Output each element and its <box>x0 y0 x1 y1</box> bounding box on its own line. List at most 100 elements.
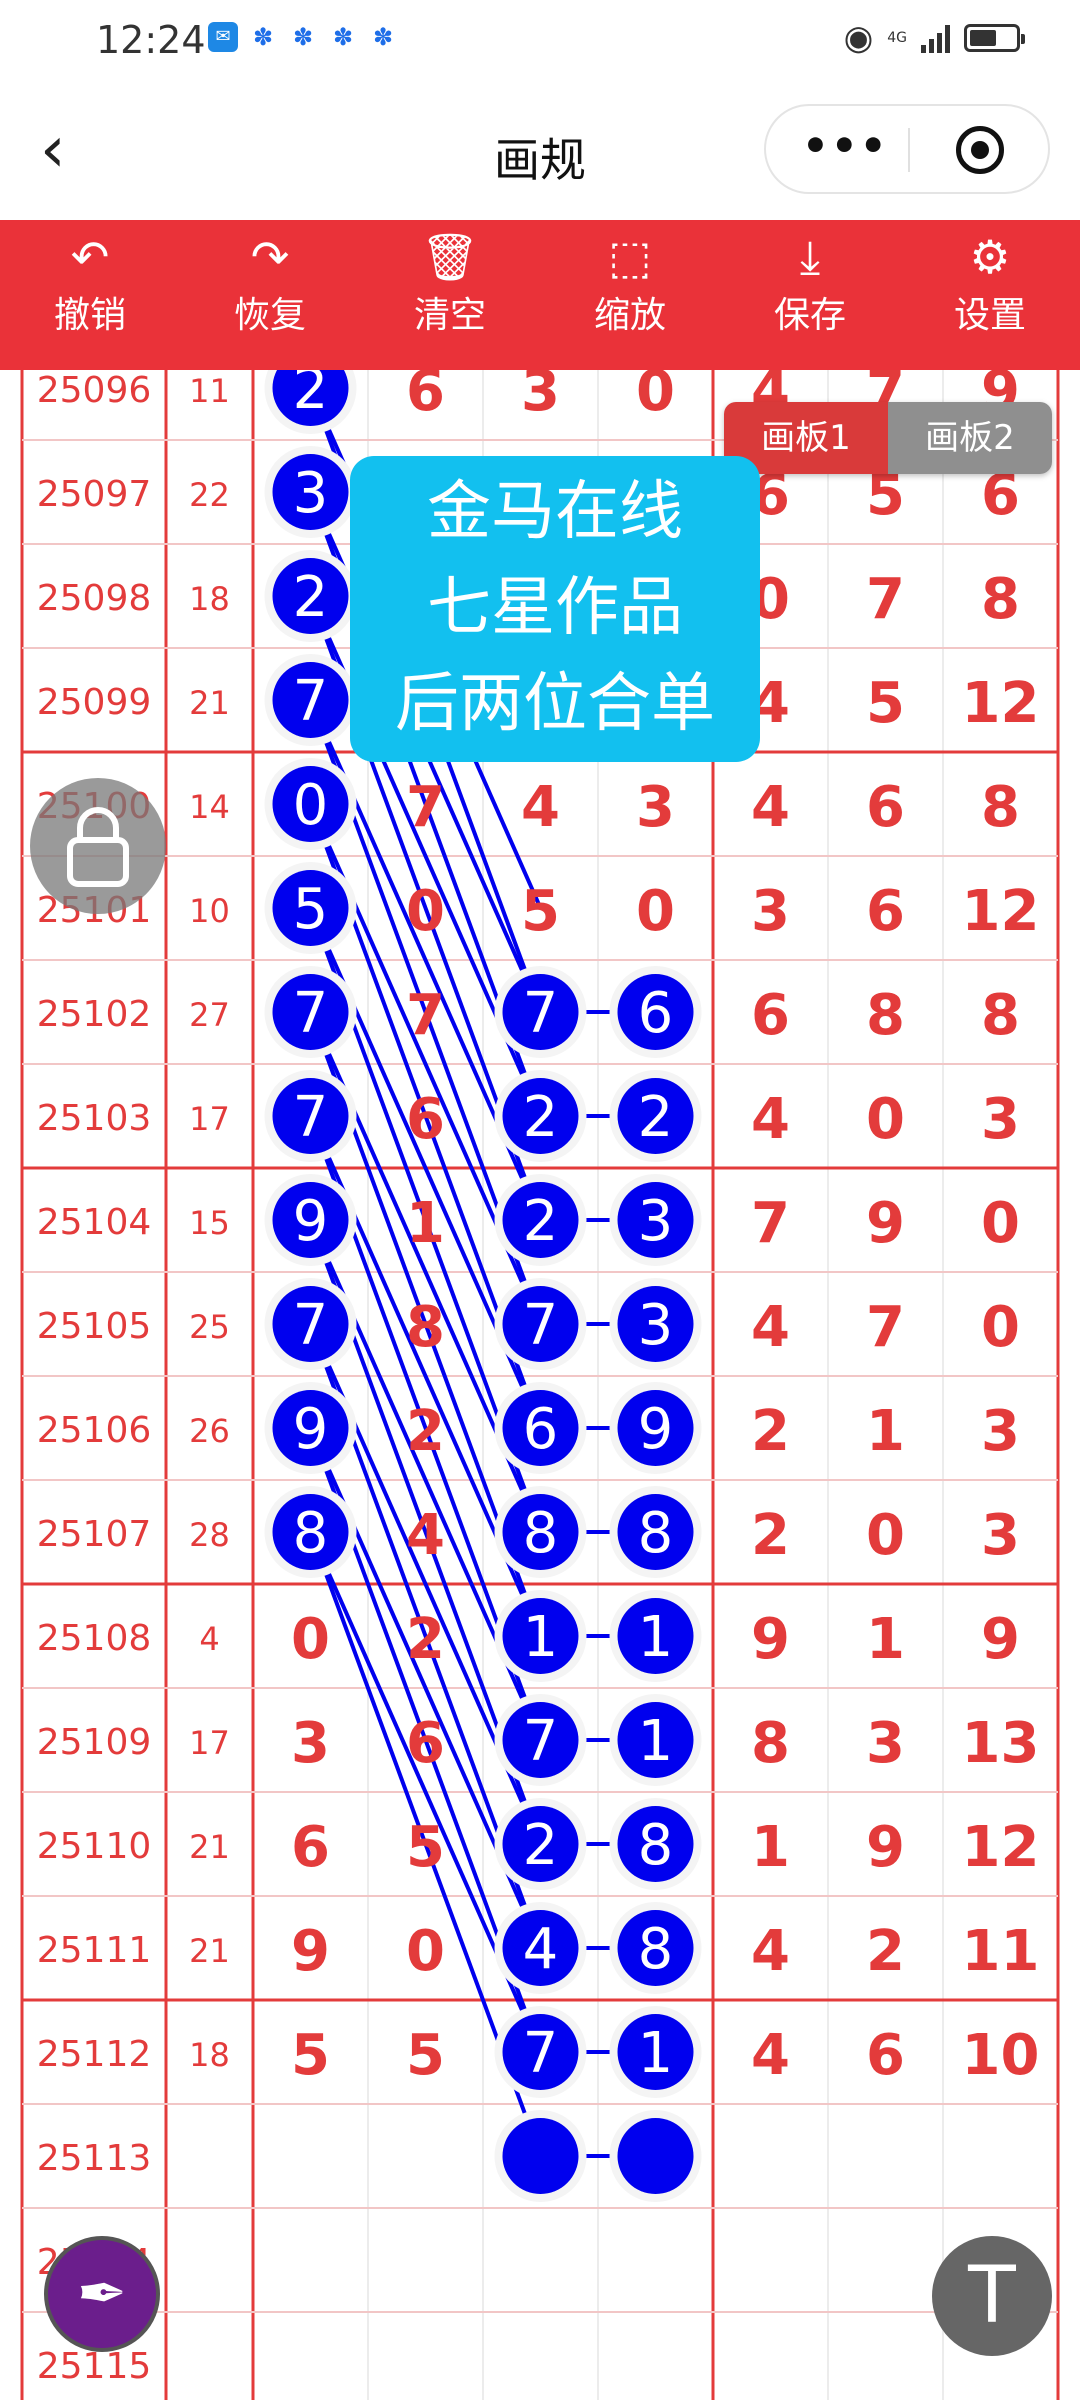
sum-value: 18 <box>189 2036 230 2074</box>
digit-cell: 12 <box>962 1815 1040 1880</box>
redo-icon: ↷ <box>250 230 290 284</box>
ball-marker-empty <box>502 2118 579 2194</box>
digit-cell: 9 <box>981 1607 1020 1672</box>
digit-cell: 12 <box>962 671 1040 736</box>
more-dots-icon[interactable]: ••• <box>802 125 889 167</box>
undo-icon: ↶ <box>70 230 110 284</box>
digit-cell: 0 <box>291 1607 330 1672</box>
system-icons: ◉ 4G <box>844 18 1025 58</box>
sum-value: 17 <box>189 1724 230 1762</box>
digit-cell: 4 <box>751 1295 790 1360</box>
baidu-paw-icon: ✽ <box>292 23 314 51</box>
digit-cell: 8 <box>751 1711 790 1776</box>
digit-cell: 9 <box>866 1191 905 1256</box>
digit-cell: 7 <box>866 1295 905 1360</box>
trash-icon: 🗑︎ <box>420 230 480 284</box>
zoom-button[interactable]: ⬚ 缩放 <box>540 220 720 370</box>
settings-label: 设置 <box>953 295 1026 336</box>
digit-cell: 1 <box>866 1399 905 1464</box>
sum-value: 25 <box>189 1308 230 1346</box>
ball-digit: 7 <box>523 1709 559 1774</box>
sum-value: 15 <box>189 1204 230 1242</box>
baidu-paw-icon: ✽ <box>332 23 354 51</box>
digit-cell: 3 <box>636 775 675 840</box>
digit-cell: 4 <box>751 775 790 840</box>
ball-digit: 7 <box>523 981 559 1046</box>
period-number: 25109 <box>37 1722 152 1763</box>
undo-button[interactable]: ↶ 撤销 <box>0 220 180 370</box>
period-number: 25102 <box>37 994 152 1035</box>
notification-icons: ✉ ✽ ✽ ✽ ✽ <box>208 22 398 52</box>
ball-digit: 2 <box>523 1813 559 1878</box>
ball-digit: 9 <box>293 1397 329 1462</box>
text-tool-button[interactable]: T <box>932 2236 1052 2356</box>
baidu-paw-icon: ✽ <box>252 23 274 51</box>
text-icon: T <box>968 2251 1016 2341</box>
ball-marker-empty <box>617 2118 694 2194</box>
clear-button[interactable]: 🗑︎ 清空 <box>360 220 540 370</box>
status-time: 12:24 <box>96 18 206 62</box>
digit-cell: 8 <box>406 1295 445 1360</box>
pen-tool-button[interactable]: ✒︎ <box>44 2236 160 2352</box>
digit-cell: 3 <box>291 1711 330 1776</box>
digit-cell: 6 <box>406 1087 445 1152</box>
ball-digit: 1 <box>638 1605 674 1670</box>
target-icon[interactable] <box>956 126 1004 174</box>
sum-value: 18 <box>189 580 230 618</box>
digit-cell: 2 <box>406 1607 445 1672</box>
ball-digit: 8 <box>638 1917 674 1982</box>
digit-cell: 6 <box>406 370 445 424</box>
settings-button[interactable]: ⚙︎ 设置 <box>900 220 1080 370</box>
digit-cell: 8 <box>866 983 905 1048</box>
digit-cell: 6 <box>866 775 905 840</box>
app-notification-icon: ✉ <box>208 22 238 52</box>
digit-cell: 6 <box>751 983 790 1048</box>
period-number: 25107 <box>37 1514 152 1555</box>
digit-cell: 0 <box>406 879 445 944</box>
sum-value: 10 <box>189 892 230 930</box>
download-icon: ⤓ <box>799 230 821 284</box>
digit-cell: 2 <box>751 1503 790 1568</box>
period-number: 25098 <box>37 578 152 619</box>
gear-icon: ⚙︎ <box>969 230 1011 284</box>
digit-cell: 4 <box>406 1503 445 1568</box>
sum-value: 14 <box>189 788 230 826</box>
ball-digit: 8 <box>293 1501 329 1566</box>
ball-digit: 1 <box>523 1605 559 1670</box>
sum-value: 28 <box>189 1516 230 1554</box>
sum-value: 17 <box>189 1100 230 1138</box>
digit-cell: 8 <box>981 775 1020 840</box>
digit-cell: 2 <box>406 1399 445 1464</box>
sum-value: 27 <box>189 996 230 1034</box>
ball-digit: 6 <box>523 1397 559 1462</box>
digit-cell: 1 <box>866 1607 905 1672</box>
period-number: 25106 <box>37 1410 152 1451</box>
status-bar: 12:24 ✉ ✽ ✽ ✽ ✽ ◉ 4G <box>0 0 1080 80</box>
digit-cell: 13 <box>962 1711 1040 1776</box>
ball-digit: 7 <box>523 2021 559 2086</box>
period-number: 25105 <box>37 1306 152 1347</box>
save-button[interactable]: ⤓ 保存 <box>720 220 900 370</box>
title-bar: ‹ 画规 ••• <box>0 80 1080 220</box>
digit-cell: 4 <box>751 1087 790 1152</box>
digit-cell: 7 <box>866 567 905 632</box>
digit-cell: 1 <box>406 1191 445 1256</box>
ball-digit: 8 <box>523 1501 559 1566</box>
digit-cell: 10 <box>962 2023 1040 2088</box>
digit-cell: 0 <box>406 1919 445 1984</box>
lock-button[interactable] <box>30 778 166 914</box>
digit-cell: 0 <box>981 1295 1020 1360</box>
digit-cell: 5 <box>406 1815 445 1880</box>
digit-cell: 9 <box>291 1919 330 1984</box>
period-number: 25115 <box>37 2346 152 2387</box>
sum-value: 21 <box>189 1828 230 1866</box>
tab-board-2[interactable]: 画板2 <box>888 402 1052 474</box>
ball-digit: 2 <box>293 565 329 630</box>
digit-cell: 3 <box>981 1087 1020 1152</box>
redo-button[interactable]: ↷ 恢复 <box>180 220 360 370</box>
lock-icon <box>67 807 129 887</box>
sum-value: 21 <box>189 1932 230 1970</box>
toolbar: ↶ 撤销 ↷ 恢复 🗑︎ 清空 ⬚ 缩放 ⤓ 保存 ⚙︎ 设置 <box>0 220 1080 370</box>
ball-digit: 3 <box>638 1189 674 1254</box>
zoom-icon: ⬚ <box>608 230 652 284</box>
